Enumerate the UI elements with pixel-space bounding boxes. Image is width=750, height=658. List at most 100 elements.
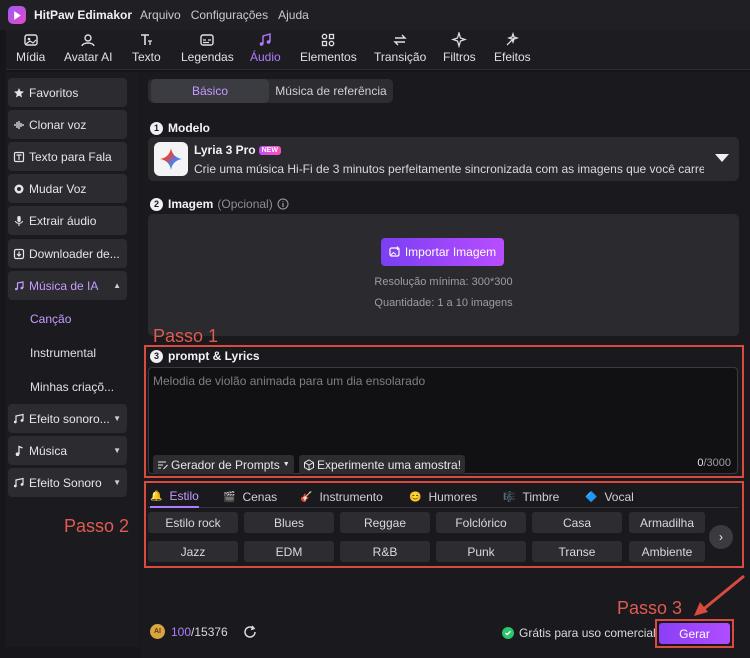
tab-basico[interactable]: Básico xyxy=(151,79,269,103)
sidebar-item-efeito-sonoro[interactable]: Efeito Sonoro ▼ xyxy=(8,468,127,497)
tool-label: Legendas xyxy=(181,50,234,64)
sidebar-item-label: Música de IA xyxy=(29,278,99,293)
prompt-generator-button[interactable]: Gerador de Prompts ▼ xyxy=(153,455,294,474)
sidebar-item-label: Música xyxy=(29,443,68,458)
style-chip[interactable]: Jazz xyxy=(148,541,238,562)
credits-total: /15376 xyxy=(191,624,228,639)
step-title: prompt & Lyrics xyxy=(168,349,260,363)
tool-audio[interactable]: Áudio xyxy=(250,32,281,64)
info-icon[interactable] xyxy=(277,198,289,210)
sidebar-item-label: Efeito Sonoro xyxy=(29,475,102,490)
dropdown-arrow-icon[interactable] xyxy=(715,154,729,162)
sidebar-item-musica-de-ia[interactable]: Música de IA ▲ xyxy=(8,271,127,300)
sidebar-item-clonar-voz[interactable]: Clonar voz xyxy=(8,110,127,139)
annotation-passo-3: Passo 3 xyxy=(617,598,683,618)
try-sample-button[interactable]: Experimente uma amostra! xyxy=(299,455,466,474)
sound-effect-icon xyxy=(13,477,24,487)
app-logo-icon xyxy=(8,6,26,24)
import-image-button[interactable]: Importar Imagem xyxy=(381,238,504,266)
sidebar-item-mudar-voz[interactable]: Mudar Voz xyxy=(8,174,127,203)
style-chip[interactable]: Blues xyxy=(244,512,334,533)
sidebar-sub-cancao[interactable]: Canção xyxy=(30,312,71,326)
chevron-down-icon: ▼ xyxy=(113,478,121,487)
filters-icon xyxy=(451,32,468,48)
ai-music-icon xyxy=(15,280,24,290)
elements-icon xyxy=(321,33,335,47)
step-number: 3 xyxy=(150,349,163,363)
vocal-icon: 🔷 xyxy=(585,491,598,503)
sidebar-item-extrair-audio[interactable]: Extrair áudio xyxy=(8,206,127,235)
tab-instrumento[interactable]: 🎸 Instrumento xyxy=(300,486,383,508)
tool-midia[interactable]: Mídia xyxy=(16,32,45,64)
music-note-icon xyxy=(15,445,23,456)
optional-label: (Opcional) xyxy=(217,197,273,211)
tab-vocal[interactable]: 🔷 Vocal xyxy=(585,486,634,508)
tts-icon xyxy=(13,151,25,162)
chevron-right-icon[interactable]: › xyxy=(709,525,733,549)
scene-icon: 🎬 xyxy=(223,491,236,503)
sidebar-item-label: Favoritos xyxy=(29,85,79,100)
mode-segmented-control: Básico Música de referência xyxy=(148,79,393,103)
style-chip[interactable]: Estilo rock xyxy=(148,512,238,533)
sidebar-item-efeito-sonoro-ia[interactable]: Efeito sonoro... ▼ xyxy=(8,404,127,433)
tool-elementos[interactable]: Elementos xyxy=(300,32,357,64)
menu-arquivo[interactable]: Arquivo xyxy=(140,8,181,22)
style-chip[interactable]: R&B xyxy=(340,541,430,562)
tool-efeitos[interactable]: Efeitos xyxy=(494,32,531,64)
tab-musica-de-referencia[interactable]: Música de referência xyxy=(272,79,390,103)
text-icon xyxy=(141,34,153,45)
tool-label: Transição xyxy=(374,50,427,64)
sidebar-item-texto-para-fala[interactable]: Texto para Fala xyxy=(8,142,127,171)
commercial-use-text: Grátis para uso comercial xyxy=(519,626,656,640)
menu-configuracoes[interactable]: Configurações xyxy=(191,8,268,22)
tool-filtros[interactable]: Filtros xyxy=(443,32,476,64)
tool-texto[interactable]: Texto xyxy=(132,32,161,64)
min-resolution-text: Resolução mínima: 300*300 xyxy=(374,276,513,288)
sidebar-item-label: Extrair áudio xyxy=(29,213,97,228)
star-icon xyxy=(14,87,24,97)
tab-cenas[interactable]: 🎬 Cenas xyxy=(223,486,277,508)
voice-clone-icon xyxy=(14,120,24,129)
prompt-generator-label: Gerador de Prompts xyxy=(171,457,280,472)
style-chip[interactable]: Transe xyxy=(532,541,622,562)
tool-label: Filtros xyxy=(443,50,476,64)
prompt-textarea[interactable]: Melodia de violão animada para um dia en… xyxy=(148,367,738,474)
tab-humores[interactable]: 😊 Humores xyxy=(409,486,477,508)
mic-icon xyxy=(14,215,24,226)
style-chip[interactable]: Folclórico xyxy=(436,512,526,533)
commercial-use-note: Grátis para uso comercial xyxy=(502,626,656,640)
model-selector[interactable]: Lyria 3 Pro NEW Crie uma música Hi-Fi de … xyxy=(148,137,739,181)
bell-icon: 🔔 xyxy=(150,490,163,502)
char-counter: 0/3000 xyxy=(697,457,731,469)
sidebar-item-downloader[interactable]: Downloader de... xyxy=(8,239,127,268)
sidebar-item-label: Mudar Voz xyxy=(29,181,87,196)
tool-transicao[interactable]: Transição xyxy=(374,32,426,64)
menu-ajuda[interactable]: Ajuda xyxy=(278,8,309,22)
style-chip[interactable]: Reggae xyxy=(340,512,430,533)
annotation-arrow-icon xyxy=(694,574,745,616)
sidebar-sub-minhas-criacoes[interactable]: Minhas criaçõ... xyxy=(30,380,114,394)
style-chip[interactable]: Armadilha xyxy=(629,512,705,533)
annotation-passo-1: Passo 1 xyxy=(153,326,219,346)
tab-estilo[interactable]: 🔔 Estilo xyxy=(150,486,199,508)
tool-legendas[interactable]: Legendas xyxy=(181,32,234,64)
image-upload-area[interactable]: Importar Imagem Resolução mínima: 300*30… xyxy=(148,214,739,336)
step-title: Imagem xyxy=(168,197,214,211)
refresh-icon[interactable] xyxy=(242,624,258,640)
style-chip[interactable]: Ambiente xyxy=(629,541,705,562)
tab-timbre[interactable]: 🎼 Timbre xyxy=(503,486,559,508)
sidebar-item-musica[interactable]: Música ▼ xyxy=(8,436,127,465)
style-chip[interactable]: EDM xyxy=(244,541,334,562)
tool-avatar-ai[interactable]: Avatar AI xyxy=(64,32,112,64)
prompt-placeholder: Melodia de violão animada para um dia en… xyxy=(153,374,426,388)
guitar-icon: 🎸 xyxy=(300,491,313,503)
tool-label: Avatar AI xyxy=(64,50,113,64)
media-icon xyxy=(23,34,38,46)
style-chip[interactable]: Punk xyxy=(436,541,526,562)
credits-used: 100 xyxy=(171,624,192,639)
sidebar-item-favoritos[interactable]: Favoritos xyxy=(8,78,127,107)
generate-button[interactable]: Gerar xyxy=(659,623,730,644)
style-chip[interactable]: Casa xyxy=(532,512,622,533)
sidebar-sub-instrumental[interactable]: Instrumental xyxy=(30,346,96,360)
download-icon xyxy=(13,248,25,259)
